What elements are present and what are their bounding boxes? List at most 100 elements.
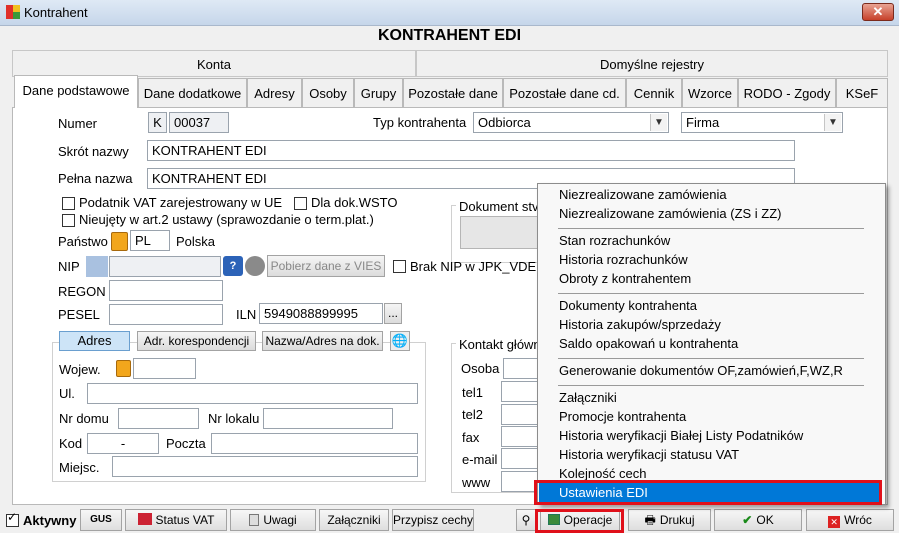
numer-label: Numer [58, 116, 98, 131]
pelna-label: Pełna nazwa [58, 171, 133, 186]
fax-label: fax [462, 430, 480, 445]
ul-label: Ul. [59, 386, 75, 401]
highlight-box [534, 480, 882, 505]
binoculars-icon[interactable]: ⚲ [516, 509, 536, 531]
typ-kontrahenta-select[interactable]: Odbiorca ▼ [473, 112, 669, 133]
title-bar: Kontrahent ✕ [0, 0, 899, 26]
wojew-field[interactable] [133, 358, 196, 379]
tab-rodo-zgody[interactable]: RODO - Zgody [738, 78, 836, 107]
nip-field[interactable] [109, 256, 221, 277]
regon-field[interactable] [109, 280, 223, 301]
menu-item-dokumenty[interactable]: Dokumenty kontrahenta [559, 298, 697, 313]
globe-icon[interactable]: 🌐 [390, 331, 410, 351]
tab-nazwa-adres[interactable]: Nazwa/Adres na dok. [262, 331, 383, 351]
highlight-box [535, 509, 624, 533]
zalaczniki-button[interactable]: Załączniki [319, 509, 389, 531]
panstwo-label: Państwo [58, 234, 108, 249]
menu-item-generowanie[interactable]: Generowanie dokumentów OF,zamówień,F,WZ,… [559, 363, 843, 378]
brak-nip-label: Brak NIP w JPK_VDE [410, 259, 537, 274]
wsto-checkbox[interactable] [294, 197, 307, 210]
gus-button[interactable]: GUS [80, 509, 122, 531]
panstwo-code-field[interactable]: PL [130, 230, 170, 251]
wojew-label: Wojew. [59, 362, 101, 377]
pesel-field[interactable] [109, 304, 223, 325]
iln-lookup-button[interactable]: ... [384, 303, 402, 324]
forma-select[interactable]: Firma ▼ [681, 112, 843, 133]
skrot-label: Skrót nazwy [58, 144, 129, 159]
nr-lokalu-label: Nr lokalu [208, 411, 260, 426]
tab-adresy[interactable]: Adresy [247, 78, 302, 107]
nieujety-label: Nieujęty w art.2 ustawy (sprawozdanie o … [79, 212, 374, 227]
ok-label: OK [756, 513, 774, 527]
lookup-icon[interactable] [116, 360, 131, 377]
skrot-field[interactable]: KONTRAHENT EDI [147, 140, 795, 161]
tab-grupy[interactable]: Grupy [354, 78, 403, 107]
numer-field[interactable]: 00037 [169, 112, 229, 133]
info-icon[interactable]: ? [223, 256, 243, 276]
group-tab-konta[interactable]: Konta [12, 50, 416, 77]
iln-field[interactable]: 5949088899995 [259, 303, 383, 324]
lookup-icon[interactable] [111, 232, 128, 251]
brak-nip-checkbox[interactable] [393, 260, 406, 273]
przypisz-cechy-button[interactable]: Przypisz cechy [392, 509, 474, 531]
app-icon [6, 5, 20, 19]
menu-item-saldo-opakowan[interactable]: Saldo opakowań u kontrahenta [559, 336, 738, 351]
close-icon: ✕ [872, 4, 884, 19]
tab-ksef[interactable]: KSeF [836, 78, 888, 107]
vat-ue-checkbox[interactable] [62, 197, 75, 210]
nip-label: NIP [58, 259, 80, 274]
check-icon: ✓ [7, 510, 18, 524]
menu-item-zalaczniki[interactable]: Załączniki [559, 390, 617, 405]
window-title: Kontrahent [24, 5, 88, 20]
ok-button[interactable]: ✔ OK [714, 509, 802, 531]
menu-item-obroty[interactable]: Obroty z kontrahentem [559, 271, 691, 286]
operations-menu: Niezrealizowane zamówienia Niezrealizowa… [537, 183, 886, 505]
nr-domu-label: Nr domu [59, 411, 109, 426]
menu-separator [558, 358, 864, 359]
tab-cennik[interactable]: Cennik [626, 78, 682, 107]
nieujety-checkbox[interactable] [62, 214, 75, 227]
panstwo-name: Polska [176, 234, 216, 249]
menu-item-niezrealizowane[interactable]: Niezrealizowane zamówienia [559, 187, 727, 202]
uwagi-button[interactable]: Uwagi [230, 509, 316, 531]
tab-pozostale-dane-cd[interactable]: Pozostałe dane cd. [503, 78, 626, 107]
menu-item-historia-zakupow[interactable]: Historia zakupów/sprzedaży [559, 317, 721, 332]
menu-item-historia-rozrachunkow[interactable]: Historia rozrachunków [559, 252, 688, 267]
typ-kontrahenta-label: Typ kontrahenta [373, 115, 467, 130]
uwagi-label: Uwagi [263, 513, 297, 527]
group-tab-rejestry[interactable]: Domyślne rejestry [416, 50, 888, 77]
menu-item-biala-lista[interactable]: Historia weryfikacji Białej Listy Podatn… [559, 428, 803, 443]
drukuj-button[interactable]: 🖶 Drukuj [628, 509, 711, 531]
pesel-label: PESEL [58, 307, 100, 322]
refresh-icon[interactable] [245, 256, 265, 276]
iln-label: ILN [236, 307, 257, 322]
tab-adr-korespondencji[interactable]: Adr. korespondencji [137, 331, 256, 351]
kod-field[interactable]: - [87, 433, 159, 454]
ul-field[interactable] [87, 383, 418, 404]
tab-dane-podstawowe[interactable]: Dane podstawowe [14, 75, 138, 108]
tab-dane-dodatkowe[interactable]: Dane dodatkowe [138, 78, 247, 107]
close-button[interactable]: ✕ [862, 3, 894, 21]
osoba-label: Osoba [461, 361, 500, 376]
drukuj-label: Drukuj [659, 513, 695, 527]
aktywny-label: Aktywny [23, 513, 77, 528]
menu-item-niezrealizowane-zs-zz[interactable]: Niezrealizowane zamówienia (ZS i ZZ) [559, 206, 782, 221]
menu-item-stan-rozrachunkow[interactable]: Stan rozrachunków [559, 233, 670, 248]
tab-wzorce[interactable]: Wzorce [682, 78, 738, 107]
wroc-button[interactable]: ✕ Wróc [806, 509, 894, 531]
wroc-label: Wróc [844, 513, 872, 527]
status-vat-button[interactable]: Status VAT [125, 509, 227, 531]
nr-lokalu-field[interactable] [263, 408, 393, 429]
tab-osoby[interactable]: Osoby [302, 78, 354, 107]
poczta-field[interactable] [211, 433, 418, 454]
vies-button[interactable]: Pobierz dane z VIES [267, 255, 385, 277]
email-label: e-mail [462, 452, 498, 467]
tab-adres[interactable]: Adres [59, 331, 130, 351]
menu-item-kolejnosc-cech[interactable]: Kolejność cech [559, 466, 646, 481]
tab-pozostale-dane[interactable]: Pozostałe dane [403, 78, 503, 107]
nr-domu-field[interactable] [118, 408, 199, 429]
menu-item-promocje[interactable]: Promocje kontrahenta [559, 409, 686, 424]
miejsc-field[interactable] [112, 456, 418, 477]
menu-item-status-vat[interactable]: Historia weryfikacji statusu VAT [559, 447, 739, 462]
typ-kontrahenta-value: Odbiorca [478, 115, 531, 130]
